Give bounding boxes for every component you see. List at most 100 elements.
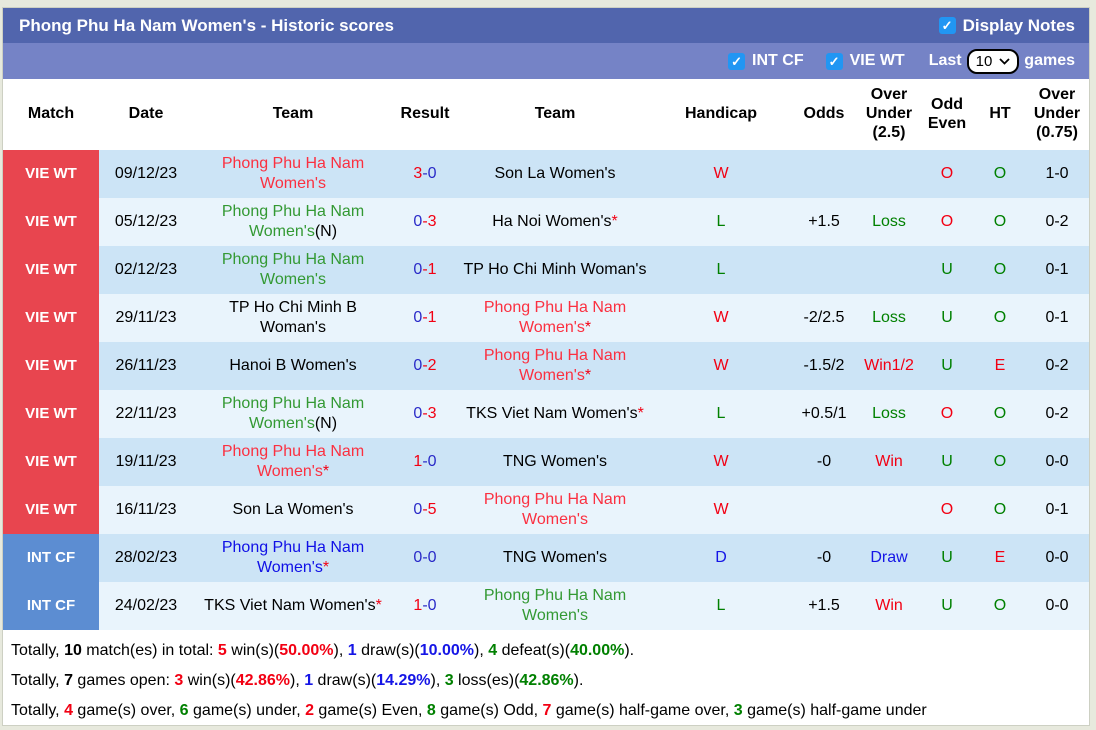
home-team: Hanoi B Women's — [193, 342, 393, 390]
full-time-score: 1-0 — [393, 438, 457, 486]
half-time-score: 0-1 — [1025, 294, 1089, 342]
win-draw-loss: W — [653, 438, 789, 486]
team-name: Phong Phu Ha Nam Women's — [221, 443, 365, 480]
col-date: Date — [128, 105, 164, 123]
col-team-home: Team — [272, 105, 314, 123]
historic-scores-panel: Phong Phu Ha Nam Women's - Historic scor… — [3, 8, 1089, 725]
odd-even-result: O — [975, 582, 1025, 630]
odd-even-result: E — [975, 534, 1025, 582]
odd-even-result: O — [975, 438, 1025, 486]
over-under-25-result: O — [919, 198, 975, 246]
table-row: INT CF 28/02/23 Phong Phu Ha Nam Women's* 0… — [3, 534, 1089, 582]
away-team: TKS Viet Nam Women's* — [457, 390, 653, 438]
full-time-score: 0-3 — [393, 390, 457, 438]
home-score: 0 — [413, 549, 423, 566]
odds-result — [859, 150, 919, 198]
half-time-score: 0-0 — [1025, 582, 1089, 630]
table-row: VIE WT 29/11/23 TP Ho Chi Minh B Woman's 0-… — [3, 294, 1089, 342]
team-star-marker: * — [637, 405, 644, 422]
home-score: 0 — [413, 213, 423, 230]
win-draw-loss: L — [653, 582, 789, 630]
home-team: TKS Viet Nam Women's* — [193, 582, 393, 630]
away-team: Phong Phu Ha Nam Women's* — [457, 294, 653, 342]
odds-result: Loss — [859, 198, 919, 246]
home-score: 3 — [413, 165, 423, 182]
away-score: -2 — [422, 357, 437, 374]
summary-text: game(s) over, — [72, 702, 180, 719]
summary-text: game(s) half-game over, — [551, 702, 734, 719]
league-badge: INT CF — [3, 582, 99, 630]
full-time-score: 0-5 — [393, 486, 457, 534]
odd-even-result: O — [975, 246, 1025, 294]
summary-text: game(s) half-game under — [742, 702, 927, 719]
odds-result: Loss — [859, 390, 919, 438]
team-name: Hanoi B Women's — [229, 357, 357, 374]
summary-text: match(es) in total: — [81, 642, 218, 659]
league-badge: VIE WT — [3, 438, 99, 486]
summary-stat: 42.86% — [235, 672, 290, 689]
display-notes-checkbox[interactable] — [938, 17, 956, 34]
handicap-value: -2/2.5 — [789, 294, 859, 342]
summary-text: game(s) under, — [188, 702, 306, 719]
match-date: 26/11/23 — [99, 342, 193, 390]
table-row: INT CF 24/02/23 TKS Viet Nam Women's* 1-0 Ph… — [3, 582, 1089, 630]
over-under-25-result: U — [919, 294, 975, 342]
summary-text: ). — [573, 672, 584, 689]
win-draw-loss: W — [653, 486, 789, 534]
col-team-away: Team — [534, 105, 576, 123]
team-name: Phong Phu Ha Nam Women's — [221, 155, 365, 192]
last-games-select[interactable]: 10 — [966, 48, 1020, 74]
league-badge: VIE WT — [3, 486, 99, 534]
summary-text: game(s) Odd, — [435, 702, 543, 719]
away-score: -3 — [422, 213, 437, 230]
col-odd-even: Odd Even — [927, 95, 967, 132]
handicap-value: +0.5/1 — [789, 390, 859, 438]
summary-stat: 1 — [304, 672, 314, 689]
col-odds: Odds — [803, 105, 845, 123]
over-under-25-result: O — [919, 150, 975, 198]
summary-stat: 4 — [64, 702, 73, 719]
odds-result: Win1/2 — [859, 342, 919, 390]
last-games-value: 10 — [975, 52, 993, 70]
team-name: TKS Viet Nam Women's — [204, 597, 376, 614]
display-notes-group: Display Notes — [938, 16, 1075, 36]
over-under-25-result: O — [919, 390, 975, 438]
table-row: VIE WT 09/12/23 Phong Phu Ha Nam Women's 3-… — [3, 150, 1089, 198]
summary-text: ), — [289, 672, 305, 689]
league-badge: VIE WT — [3, 150, 99, 198]
team-name: Ha Noi Women's — [492, 213, 612, 230]
team-name: Phong Phu Ha Nam Women's — [221, 251, 365, 288]
team-name: Phong Phu Ha Nam Women's — [221, 539, 365, 576]
full-time-score: 0-1 — [393, 294, 457, 342]
full-time-score: 3-0 — [393, 150, 457, 198]
over-under-25-result: U — [919, 246, 975, 294]
games-label: games — [1024, 52, 1075, 69]
summary-text: win(s)( — [226, 642, 280, 659]
vie-wt-filter: VIE WT — [825, 52, 905, 70]
win-draw-loss: L — [653, 246, 789, 294]
team-name: TP Ho Chi Minh B Woman's — [229, 299, 357, 336]
int-cf-checkbox[interactable] — [728, 52, 746, 70]
team-name: Phong Phu Ha Nam Women's — [483, 587, 627, 624]
table-row: VIE WT 02/12/23 Phong Phu Ha Nam Women's 0-… — [3, 246, 1089, 294]
away-score: -0 — [422, 453, 437, 470]
summary-stat: 3 — [444, 672, 454, 689]
half-time-score: 0-0 — [1025, 438, 1089, 486]
vie-wt-checkbox[interactable] — [825, 52, 843, 70]
vie-wt-label: VIE WT — [849, 52, 905, 69]
match-date: 05/12/23 — [99, 198, 193, 246]
win-draw-loss: L — [653, 198, 789, 246]
summary-text: game(s) Even, — [313, 702, 427, 719]
half-time-score: 0-1 — [1025, 486, 1089, 534]
handicap-value — [789, 150, 859, 198]
away-score: -1 — [422, 309, 437, 326]
league-badge: VIE WT — [3, 390, 99, 438]
half-time-score: 0-2 — [1025, 390, 1089, 438]
away-team: TNG Women's — [457, 534, 653, 582]
handicap-value: -0 — [789, 438, 859, 486]
col-handicap: Handicap — [684, 105, 757, 123]
match-date: 09/12/23 — [99, 150, 193, 198]
summary-stat: 5 — [217, 642, 227, 659]
team-star-marker: * — [322, 463, 330, 480]
home-score: 0 — [413, 501, 423, 518]
